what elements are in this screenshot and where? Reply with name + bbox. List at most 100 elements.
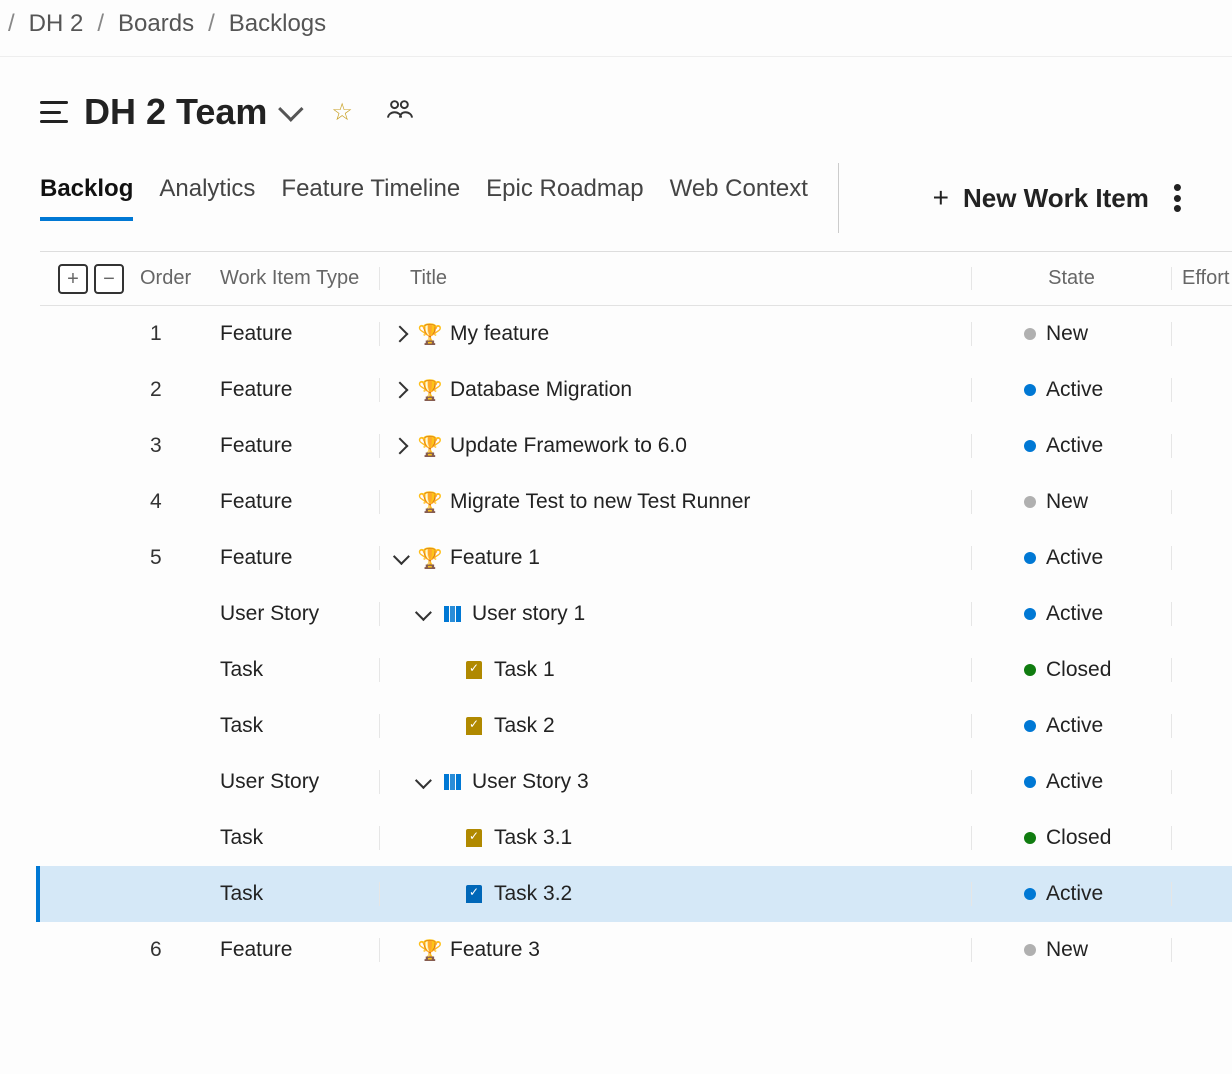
row-title: Feature 3 — [450, 938, 540, 962]
table-row[interactable]: TaskTask 3.1Closed — [40, 810, 1232, 866]
chevron-down-icon[interactable] — [415, 604, 432, 621]
row-order: 5 — [140, 546, 220, 570]
row-type: Task — [220, 658, 380, 682]
hamburger-icon[interactable] — [40, 101, 68, 123]
row-type: Feature — [220, 434, 380, 458]
table-row[interactable]: 1Feature 🏆 My feature New — [40, 306, 1232, 362]
tab-analytics[interactable]: Analytics — [159, 175, 255, 221]
row-type: Feature — [220, 938, 380, 962]
breadcrumb-sep: / — [208, 10, 215, 38]
breadcrumb-item[interactable]: Boards — [118, 10, 194, 38]
row-state: Active — [1046, 770, 1103, 794]
breadcrumb-sep: / — [8, 10, 15, 38]
state-dot-icon — [1024, 944, 1036, 956]
backlog-grid: + − Order Work Item Type Title State Eff… — [40, 251, 1232, 978]
col-type[interactable]: Work Item Type — [220, 267, 380, 290]
col-effort[interactable]: Effort — [1172, 267, 1232, 290]
chevron-right-icon[interactable] — [392, 438, 409, 455]
row-order: 4 — [140, 490, 220, 514]
row-order: 6 — [140, 938, 220, 962]
row-type: Task — [220, 714, 380, 738]
table-row[interactable]: 6Feature 🏆 Feature 3 New — [40, 922, 1232, 978]
row-state: Active — [1046, 378, 1103, 402]
row-state: New — [1046, 490, 1088, 514]
trophy-icon: 🏆 — [420, 548, 440, 568]
table-row[interactable]: 3Feature 🏆 Update Framework to 6.0 Active — [40, 418, 1232, 474]
tab-backlog[interactable]: Backlog — [40, 175, 133, 221]
table-row[interactable]: TaskTask 3.2Active — [36, 866, 1232, 922]
row-state: Active — [1046, 714, 1103, 738]
table-row[interactable]: 5Feature🏆Feature 1Active — [40, 530, 1232, 586]
row-title: Task 3.1 — [494, 826, 572, 850]
people-icon[interactable] — [387, 98, 413, 126]
row-state: Active — [1046, 546, 1103, 570]
tab-web-context[interactable]: Web Context — [670, 175, 808, 221]
table-row[interactable]: 2Feature🏆Database MigrationActive — [40, 362, 1232, 418]
book-icon — [442, 772, 462, 792]
state-dot-icon — [1024, 328, 1036, 340]
row-type: Feature — [220, 322, 380, 346]
row-type: Feature — [220, 546, 380, 570]
clipboard-icon — [464, 716, 484, 736]
new-work-item-button[interactable]: + New Work Item — [933, 182, 1149, 214]
grid-header: + − Order Work Item Type Title State Eff… — [40, 252, 1232, 306]
clipboard-icon — [464, 660, 484, 680]
row-title: Task 1 — [494, 658, 555, 682]
expand-all-button[interactable]: + — [58, 264, 88, 294]
row-state: New — [1046, 322, 1088, 346]
book-icon — [442, 604, 462, 624]
col-order[interactable]: Order — [140, 267, 220, 290]
row-state: Closed — [1046, 658, 1111, 682]
trophy-icon: 🏆 — [420, 492, 440, 512]
chevron-down-icon[interactable] — [415, 772, 432, 789]
row-order: 3 — [140, 434, 220, 458]
row-type: Task — [220, 882, 380, 906]
breadcrumb-item[interactable]: DH 2 — [29, 10, 84, 38]
breadcrumb-item[interactable]: Backlogs — [229, 10, 326, 38]
tabs: Backlog Analytics Feature Timeline Epic Roa… — [40, 175, 808, 221]
chevron-down-icon[interactable] — [393, 548, 410, 565]
row-title: Database Migration — [450, 378, 632, 402]
clipboard-icon — [464, 828, 484, 848]
table-row[interactable]: 4Feature 🏆 Migrate Test to new Test Runner… — [40, 474, 1232, 530]
table-row[interactable]: Task Task 1 Closed — [40, 642, 1232, 698]
state-dot-icon — [1024, 888, 1036, 900]
col-title[interactable]: Title — [380, 267, 972, 290]
state-dot-icon — [1024, 496, 1036, 508]
divider — [838, 163, 839, 233]
row-type: Feature — [220, 490, 380, 514]
table-row[interactable]: User StoryUser story 1Active — [40, 586, 1232, 642]
trophy-icon: 🏆 — [420, 380, 440, 400]
row-title: My feature — [450, 322, 549, 346]
row-title: Task 2 — [494, 714, 555, 738]
new-work-item-label: New Work Item — [963, 183, 1149, 214]
row-state: New — [1046, 938, 1088, 962]
row-title: User Story 3 — [472, 770, 589, 794]
row-title: User story 1 — [472, 602, 585, 626]
row-type: Task — [220, 826, 380, 850]
star-icon[interactable]: ☆ — [331, 98, 353, 127]
collapse-all-button[interactable]: − — [94, 264, 124, 294]
tab-epic-roadmap[interactable]: Epic Roadmap — [486, 175, 643, 221]
row-state: Active — [1046, 434, 1103, 458]
row-order: 1 — [140, 322, 220, 346]
chevron-right-icon[interactable] — [392, 326, 409, 343]
table-row[interactable]: Task Task 2 Active — [40, 698, 1232, 754]
table-row[interactable]: User Story User Story 3 Active — [40, 754, 1232, 810]
state-dot-icon — [1024, 608, 1036, 620]
col-state[interactable]: State — [972, 267, 1172, 290]
row-title: Update Framework to 6.0 — [450, 434, 687, 458]
trophy-icon: 🏆 — [420, 436, 440, 456]
trophy-icon: 🏆 — [420, 940, 440, 960]
breadcrumb-sep: / — [97, 10, 104, 38]
row-title: Migrate Test to new Test Runner — [450, 490, 750, 514]
row-type: User Story — [220, 770, 380, 794]
trophy-icon: 🏆 — [420, 324, 440, 344]
chevron-right-icon[interactable] — [392, 382, 409, 399]
chevron-down-icon[interactable] — [279, 96, 304, 121]
page-title: DH 2 Team — [84, 91, 267, 133]
kebab-icon[interactable]: ••• — [1173, 182, 1182, 213]
tabs-row: Backlog Analytics Feature Timeline Epic Roa… — [0, 143, 1232, 233]
tab-feature-timeline[interactable]: Feature Timeline — [281, 175, 460, 221]
row-title: Task 3.2 — [494, 882, 572, 906]
